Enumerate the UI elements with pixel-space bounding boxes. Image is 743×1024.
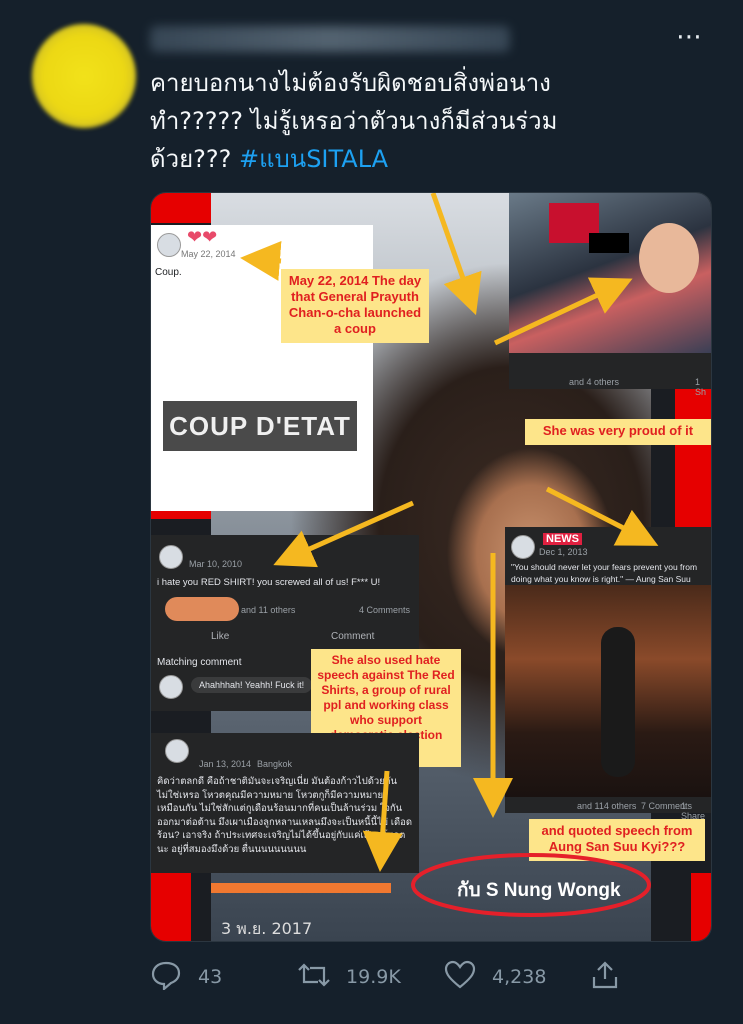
like-action[interactable]: 4,238 [444,960,546,990]
retweet-action[interactable]: 19.9K [296,960,401,990]
tweet-text-line3: ด้วย??? [150,145,239,173]
blurred-username[interactable] [150,26,510,52]
arrow [493,277,633,346]
retweet-icon[interactable] [296,960,332,995]
tweet-media-image[interactable]: ❤❤ May 22, 2014 Coup. COUP D'ETAT May 22… [150,192,712,942]
highlight-ellipse [411,853,651,917]
retweet-count: 19.9K [346,966,401,988]
arrow [273,500,415,568]
share-icon[interactable] [590,960,620,995]
heart-icon[interactable] [444,960,476,995]
avatar[interactable] [32,24,136,128]
tweet-text-line: ด้วย??? #แบนSITALA [150,140,690,178]
arrow [362,770,403,872]
reply-icon[interactable] [150,960,182,995]
tweet-text: คายบอกนางไม่ต้องรับผิดชอบสิ่งพ่อนาง ทำ??… [150,64,690,178]
reply-action[interactable]: 43 [150,960,223,992]
arrow [545,486,659,546]
tweet-text-line: ทำ????? ไม่รู้เหรอว่าตัวนางก็มีส่วนร่วม [150,107,558,135]
reply-count: 43 [198,966,223,988]
hashtag-link[interactable]: #แบนSITALA [239,145,388,173]
tweet-text-line: คายบอกนางไม่ต้องรับผิดชอบสิ่งพ่อนาง [150,69,551,97]
more-options-icon[interactable]: ⋯ [676,22,702,52]
arrow [240,240,282,281]
like-count: 4,238 [492,966,547,988]
annotation-arrows [240,193,659,917]
arrow [430,193,482,316]
share-action[interactable] [590,960,620,990]
